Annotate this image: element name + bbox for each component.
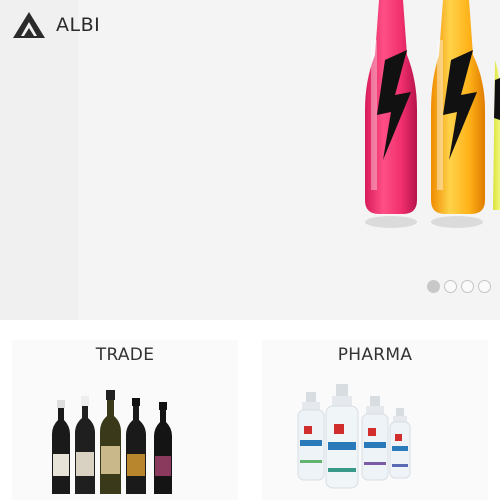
category-card-pharma[interactable]: PHARMA [250,320,500,500]
category-section: TRADE PHARMA [0,320,500,500]
carousel-dot-2[interactable] [444,280,457,293]
category-title-trade: TRADE [95,345,155,365]
carousel-dot-4[interactable] [478,280,491,293]
brand-logo[interactable]: ALBI [12,11,100,39]
clearol-sanitizer-bottles-image [297,384,411,489]
triangle-logo-icon [13,12,45,38]
carousel-pagination [427,280,491,293]
brand-name: ALBI [56,14,101,36]
hero-banner: ALBI [0,0,500,320]
category-title-pharma: PHARMA [337,345,413,365]
carousel-dot-3[interactable] [461,280,474,293]
site-header: ALBI [0,0,500,52]
carousel-dot-1[interactable] [427,280,440,293]
category-card-trade[interactable]: TRADE [0,320,250,500]
wine-bottles-image [52,390,172,494]
